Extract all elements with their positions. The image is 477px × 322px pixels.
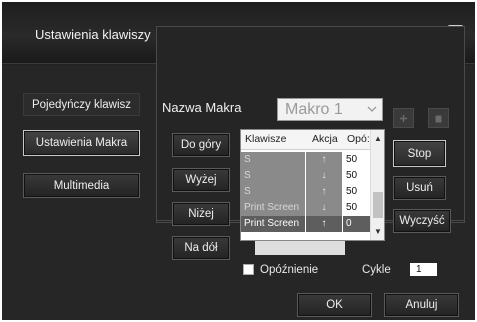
clear-button[interactable]: Wyczyść <box>393 209 451 233</box>
table-horizontal-scrollbar[interactable] <box>255 241 345 255</box>
cell-delay: 50 <box>343 200 371 216</box>
delay-checkbox[interactable] <box>243 264 254 275</box>
delay-label: Opóźnienie <box>260 264 319 276</box>
cancel-button[interactable]: Anuluj <box>384 293 459 317</box>
cell-action: ↓ <box>306 200 342 216</box>
trash-icon <box>435 115 442 122</box>
cell-delay: 50 <box>343 152 371 168</box>
delete-macro-button[interactable] <box>428 108 449 128</box>
macro-events-table[interactable]: Klawisze Akcja Opó: S ↑ 50 S ↓ 50 S ↑ 50… <box>240 129 385 241</box>
sidebar-item-macro-settings[interactable]: Ustawienia Makra <box>23 130 140 156</box>
window-title: Ustawienia klawiszy <box>35 27 151 42</box>
button-label: Usuń <box>406 182 433 194</box>
cell-key: S <box>241 152 305 168</box>
delete-button[interactable]: Usuń <box>393 176 446 200</box>
cycles-label: Cykle <box>362 264 391 276</box>
cell-key: S <box>241 168 305 184</box>
macro-selected-value: Makro 1 <box>285 101 343 118</box>
sidebar-item-multimedia[interactable]: Multimedia <box>23 173 140 198</box>
cell-action: ↓ <box>306 168 342 184</box>
cell-delay: 0 <box>343 216 371 232</box>
table-row[interactable]: S ↑ 50 <box>241 152 371 168</box>
cell-key: Print Screen <box>241 200 305 216</box>
move-bottom-button[interactable]: Na dół <box>172 236 230 260</box>
sidebar-item-label: Multimedia <box>53 179 110 192</box>
button-label: Do góry <box>180 139 222 151</box>
column-header-keys: Klawisze <box>245 133 287 145</box>
button-label: Na dół <box>184 242 218 254</box>
cell-delay: 50 <box>343 168 371 184</box>
table-row[interactable]: S ↓ 50 <box>241 168 371 184</box>
button-label: Niżej <box>188 208 214 220</box>
button-label: OK <box>326 299 343 311</box>
table-scrollbar[interactable]: ▲ ▼ <box>370 130 384 240</box>
table-header: Klawisze Akcja Opó: <box>241 130 371 150</box>
move-top-button[interactable]: Do góry <box>172 133 230 157</box>
cell-action: ↑ <box>306 216 342 232</box>
macro-name-select[interactable]: Makro 1 <box>277 98 383 121</box>
sidebar-item-label: Ustawienia Makra <box>35 137 128 149</box>
cycles-input[interactable]: 1 <box>410 263 437 276</box>
cell-key: S <box>241 184 305 200</box>
button-label: Anuluj <box>405 299 438 311</box>
button-label: Wyczyść <box>399 215 445 227</box>
stop-button[interactable]: Stop <box>393 140 446 167</box>
sidebar-item-single-key[interactable]: Pojedyńczy klawisz <box>23 93 140 116</box>
move-up-button[interactable]: Wyżej <box>172 168 230 192</box>
column-header-action: Akcja <box>312 133 338 145</box>
table-row[interactable]: S ↑ 50 <box>241 184 371 200</box>
scrollbar-thumb[interactable] <box>373 192 383 218</box>
plus-icon <box>400 114 407 122</box>
cell-key: Print Screen <box>241 216 305 232</box>
add-macro-button[interactable] <box>393 108 414 128</box>
chevron-down-icon <box>367 106 377 112</box>
button-label: Stop <box>407 147 432 160</box>
cell-action: ↑ <box>306 152 342 168</box>
scroll-down-icon[interactable]: ▼ <box>374 227 382 236</box>
cell-action: ↑ <box>306 184 342 200</box>
move-down-button[interactable]: Niżej <box>172 202 230 226</box>
ok-button[interactable]: OK <box>297 293 372 317</box>
macro-name-label: Nazwa Makra <box>162 100 242 115</box>
button-label: Wyżej <box>185 174 217 186</box>
column-header-delay: Opó: <box>347 133 370 145</box>
table-row-selected[interactable]: Print Screen ↑ 0 <box>241 216 371 232</box>
cell-delay: 50 <box>343 184 371 200</box>
table-row[interactable]: Print Screen ↓ 50 <box>241 200 371 216</box>
sidebar-item-label: Pojedyńczy klawisz <box>31 98 132 111</box>
scroll-up-icon[interactable]: ▲ <box>374 134 382 143</box>
